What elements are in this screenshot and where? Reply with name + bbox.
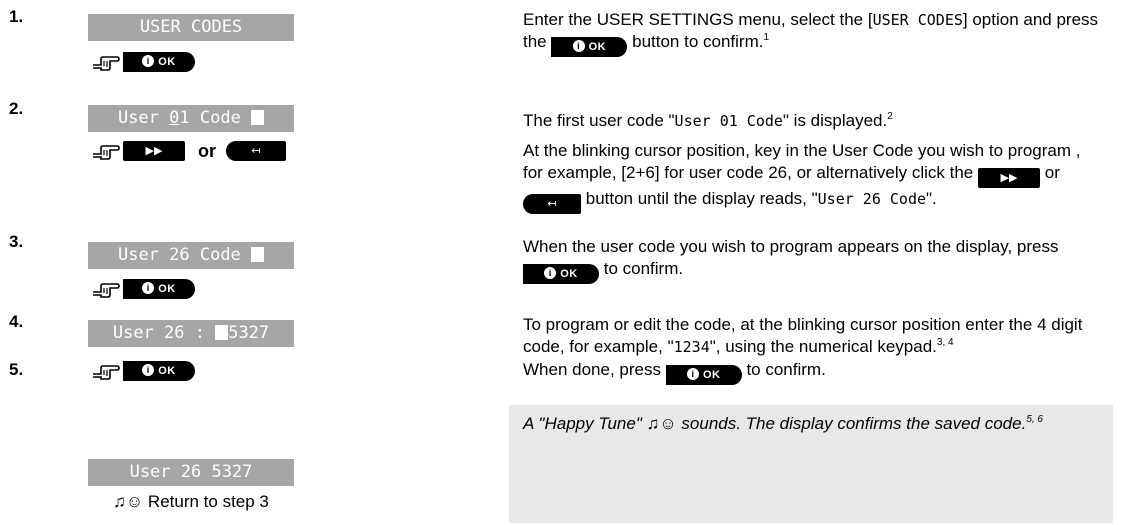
- ok-button-inline: i OK: [665, 365, 742, 385]
- step-4-text: To program or edit the code, at the blin…: [523, 315, 1083, 356]
- fast-forward-icon: ▶▶: [145, 145, 163, 157]
- pointing-hand-icon: [93, 56, 120, 71]
- info-icon: i: [544, 267, 557, 279]
- ok-button-inline: i OK: [551, 37, 628, 57]
- step-number-2: 2.: [9, 99, 24, 118]
- pointing-hand-icon: [93, 145, 120, 160]
- info-icon: i: [142, 364, 155, 376]
- confirmation-note-text: A "Happy Tune" ♫☺ sounds. The display co…: [523, 414, 1043, 433]
- footnote-ref: 5, 6: [1026, 414, 1043, 425]
- or-label: or: [198, 141, 216, 161]
- step-number-3: 3.: [9, 232, 24, 251]
- step-number-5: 5.: [9, 360, 24, 379]
- step-2-text-1: The first user code "User 01 Code" is di…: [523, 111, 893, 130]
- back-arrow-icon: ↤: [251, 145, 261, 157]
- ok-button[interactable]: i OK: [123, 52, 195, 72]
- confirmation-note: A "Happy Tune" ♫☺ sounds. The display co…: [509, 405, 1113, 523]
- cursor-block: [215, 325, 229, 340]
- lcd-display-user-26-entry: User 26 : 5327: [88, 320, 294, 347]
- cursor-block: [251, 247, 265, 262]
- back-arrow-icon: ↤: [547, 198, 557, 210]
- ok-button[interactable]: i OK: [123, 279, 195, 299]
- info-icon: i: [686, 368, 699, 380]
- footnote-ref: 3, 4: [936, 337, 954, 348]
- step-1-text: Enter the USER SETTINGS menu, select the…: [523, 9, 1103, 57]
- return-to-step-3-label: ♫☺ Return to step 3: [113, 492, 269, 511]
- info-icon: i: [142, 282, 155, 294]
- back-button-inline: ↤: [523, 194, 581, 214]
- info-icon: i: [572, 40, 585, 52]
- forward-button-inline: ▶▶: [978, 168, 1040, 188]
- step-number-4: 4.: [9, 312, 24, 331]
- footnote-ref: 2: [887, 111, 893, 122]
- pointing-hand-icon: [93, 283, 120, 298]
- lcd-display-user-codes: USER CODES: [88, 14, 294, 41]
- fast-forward-icon: ▶▶: [1000, 172, 1018, 184]
- back-button[interactable]: ↤: [226, 141, 286, 161]
- lcd-display-user-01-code: User 01 Code: [88, 105, 294, 132]
- step-5-text: When done, press i OK to confirm.: [523, 359, 1103, 385]
- lcd-display-user-26-code: User 26 Code: [88, 242, 294, 269]
- step-2-text-2: At the blinking cursor position, key in …: [523, 140, 1103, 214]
- cursor-block: [251, 110, 265, 125]
- info-icon: i: [142, 55, 155, 67]
- step-3-text: When the user code you wish to program a…: [523, 236, 1103, 284]
- pointing-hand-icon: [93, 365, 120, 380]
- ok-button-inline: i OK: [523, 264, 599, 284]
- ok-button[interactable]: i OK: [123, 361, 195, 381]
- lcd-display-saved-code: User 26 5327: [88, 459, 294, 486]
- forward-button[interactable]: ▶▶: [123, 141, 185, 161]
- step-number-1: 1.: [9, 7, 24, 26]
- footnote-ref: 1: [763, 32, 770, 43]
